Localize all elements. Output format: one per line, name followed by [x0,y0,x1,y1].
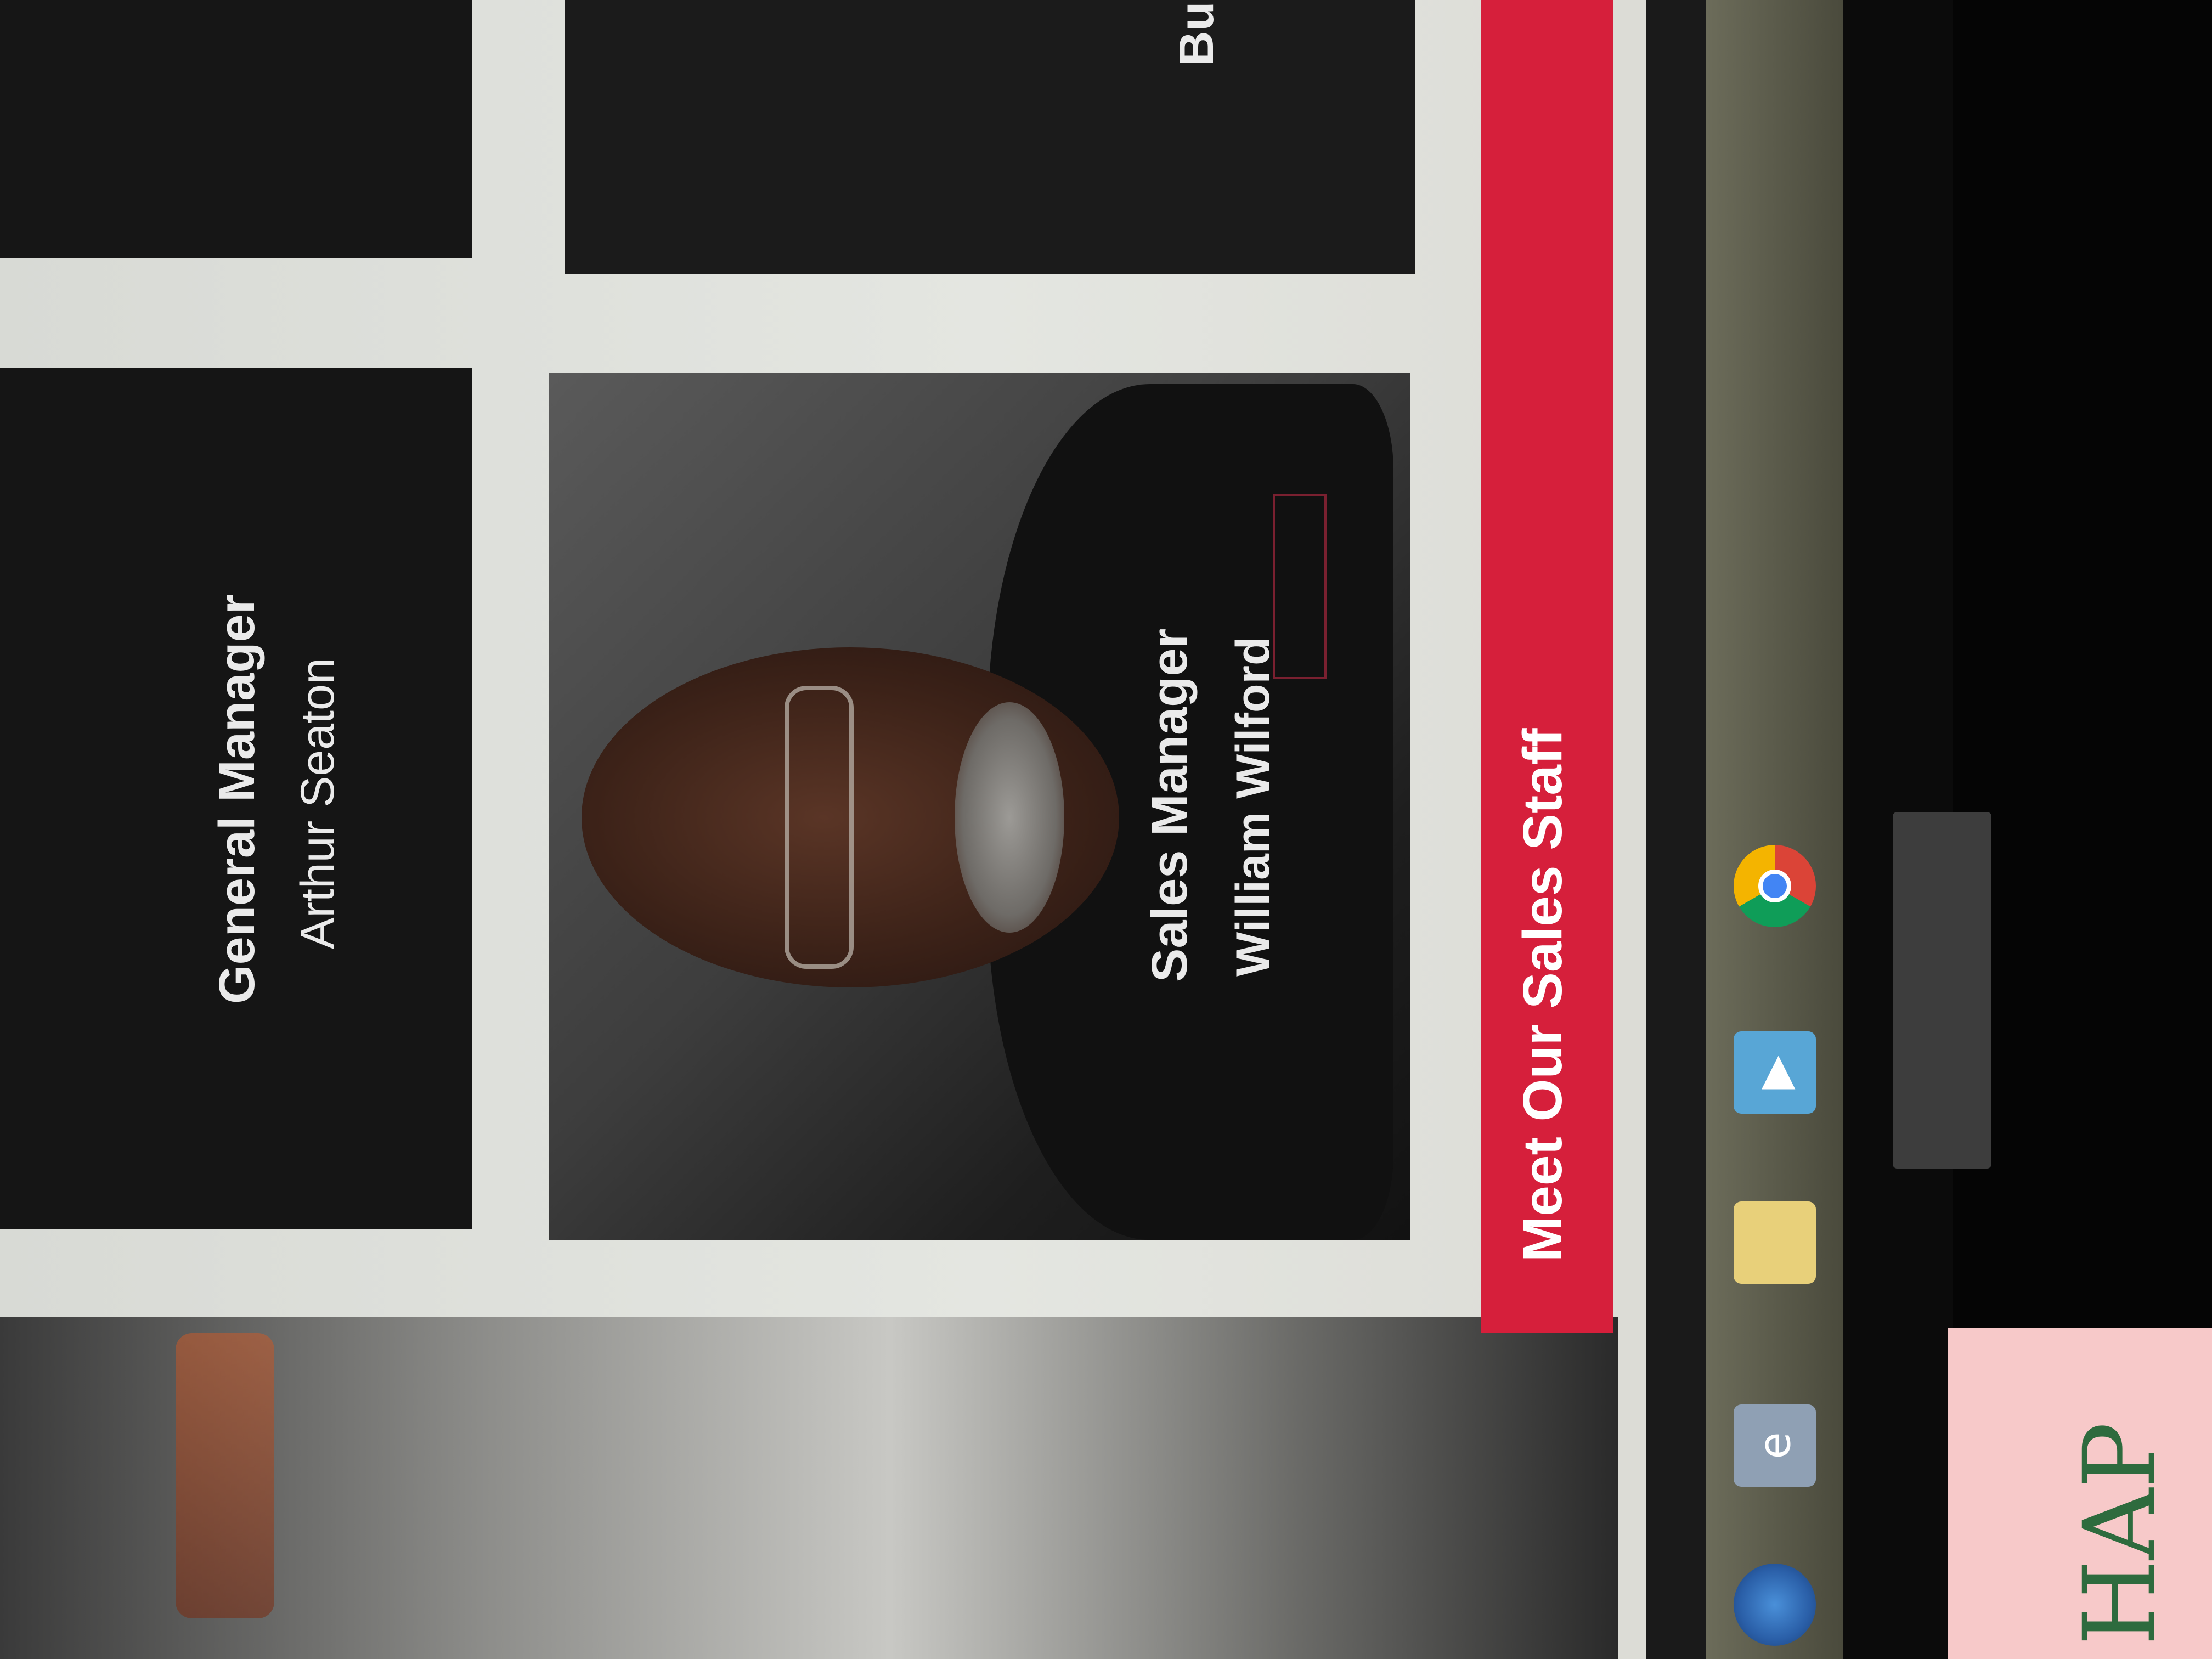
windows-start-icon[interactable] [1734,1564,1816,1646]
dealer-logo-stamp [1273,494,1327,679]
staff-card-top-left[interactable] [0,0,472,258]
sticky-note-text: HAP [2063,1421,2177,1646]
chrome-icon[interactable] [1734,845,1816,927]
car-photo-stripe [176,1333,274,1618]
file-explorer-icon[interactable] [1734,1201,1816,1284]
staff-photo-glasses [785,686,854,969]
internet-explorer-icon[interactable]: e [1734,1404,1816,1487]
tape-on-bezel [1893,812,1991,1169]
partial-staff-title: Bu [1169,1,1223,66]
sales-manager-title: Sales Manager [1142,628,1198,982]
sales-manager-name: William Wilford [1227,636,1279,977]
media-player-icon[interactable]: ▶ [1734,1031,1816,1114]
general-manager-title: General Manager [209,594,265,1004]
general-manager-name: Arthur Seaton [291,658,344,949]
staff-photo-beard [955,702,1064,933]
photographed-screen: Bu General Manager Arthur Seaton Sales M… [0,0,2212,1659]
section-heading: Meet Our Sales Staff [1512,728,1573,1262]
staff-card-top-right[interactable] [565,0,1415,274]
